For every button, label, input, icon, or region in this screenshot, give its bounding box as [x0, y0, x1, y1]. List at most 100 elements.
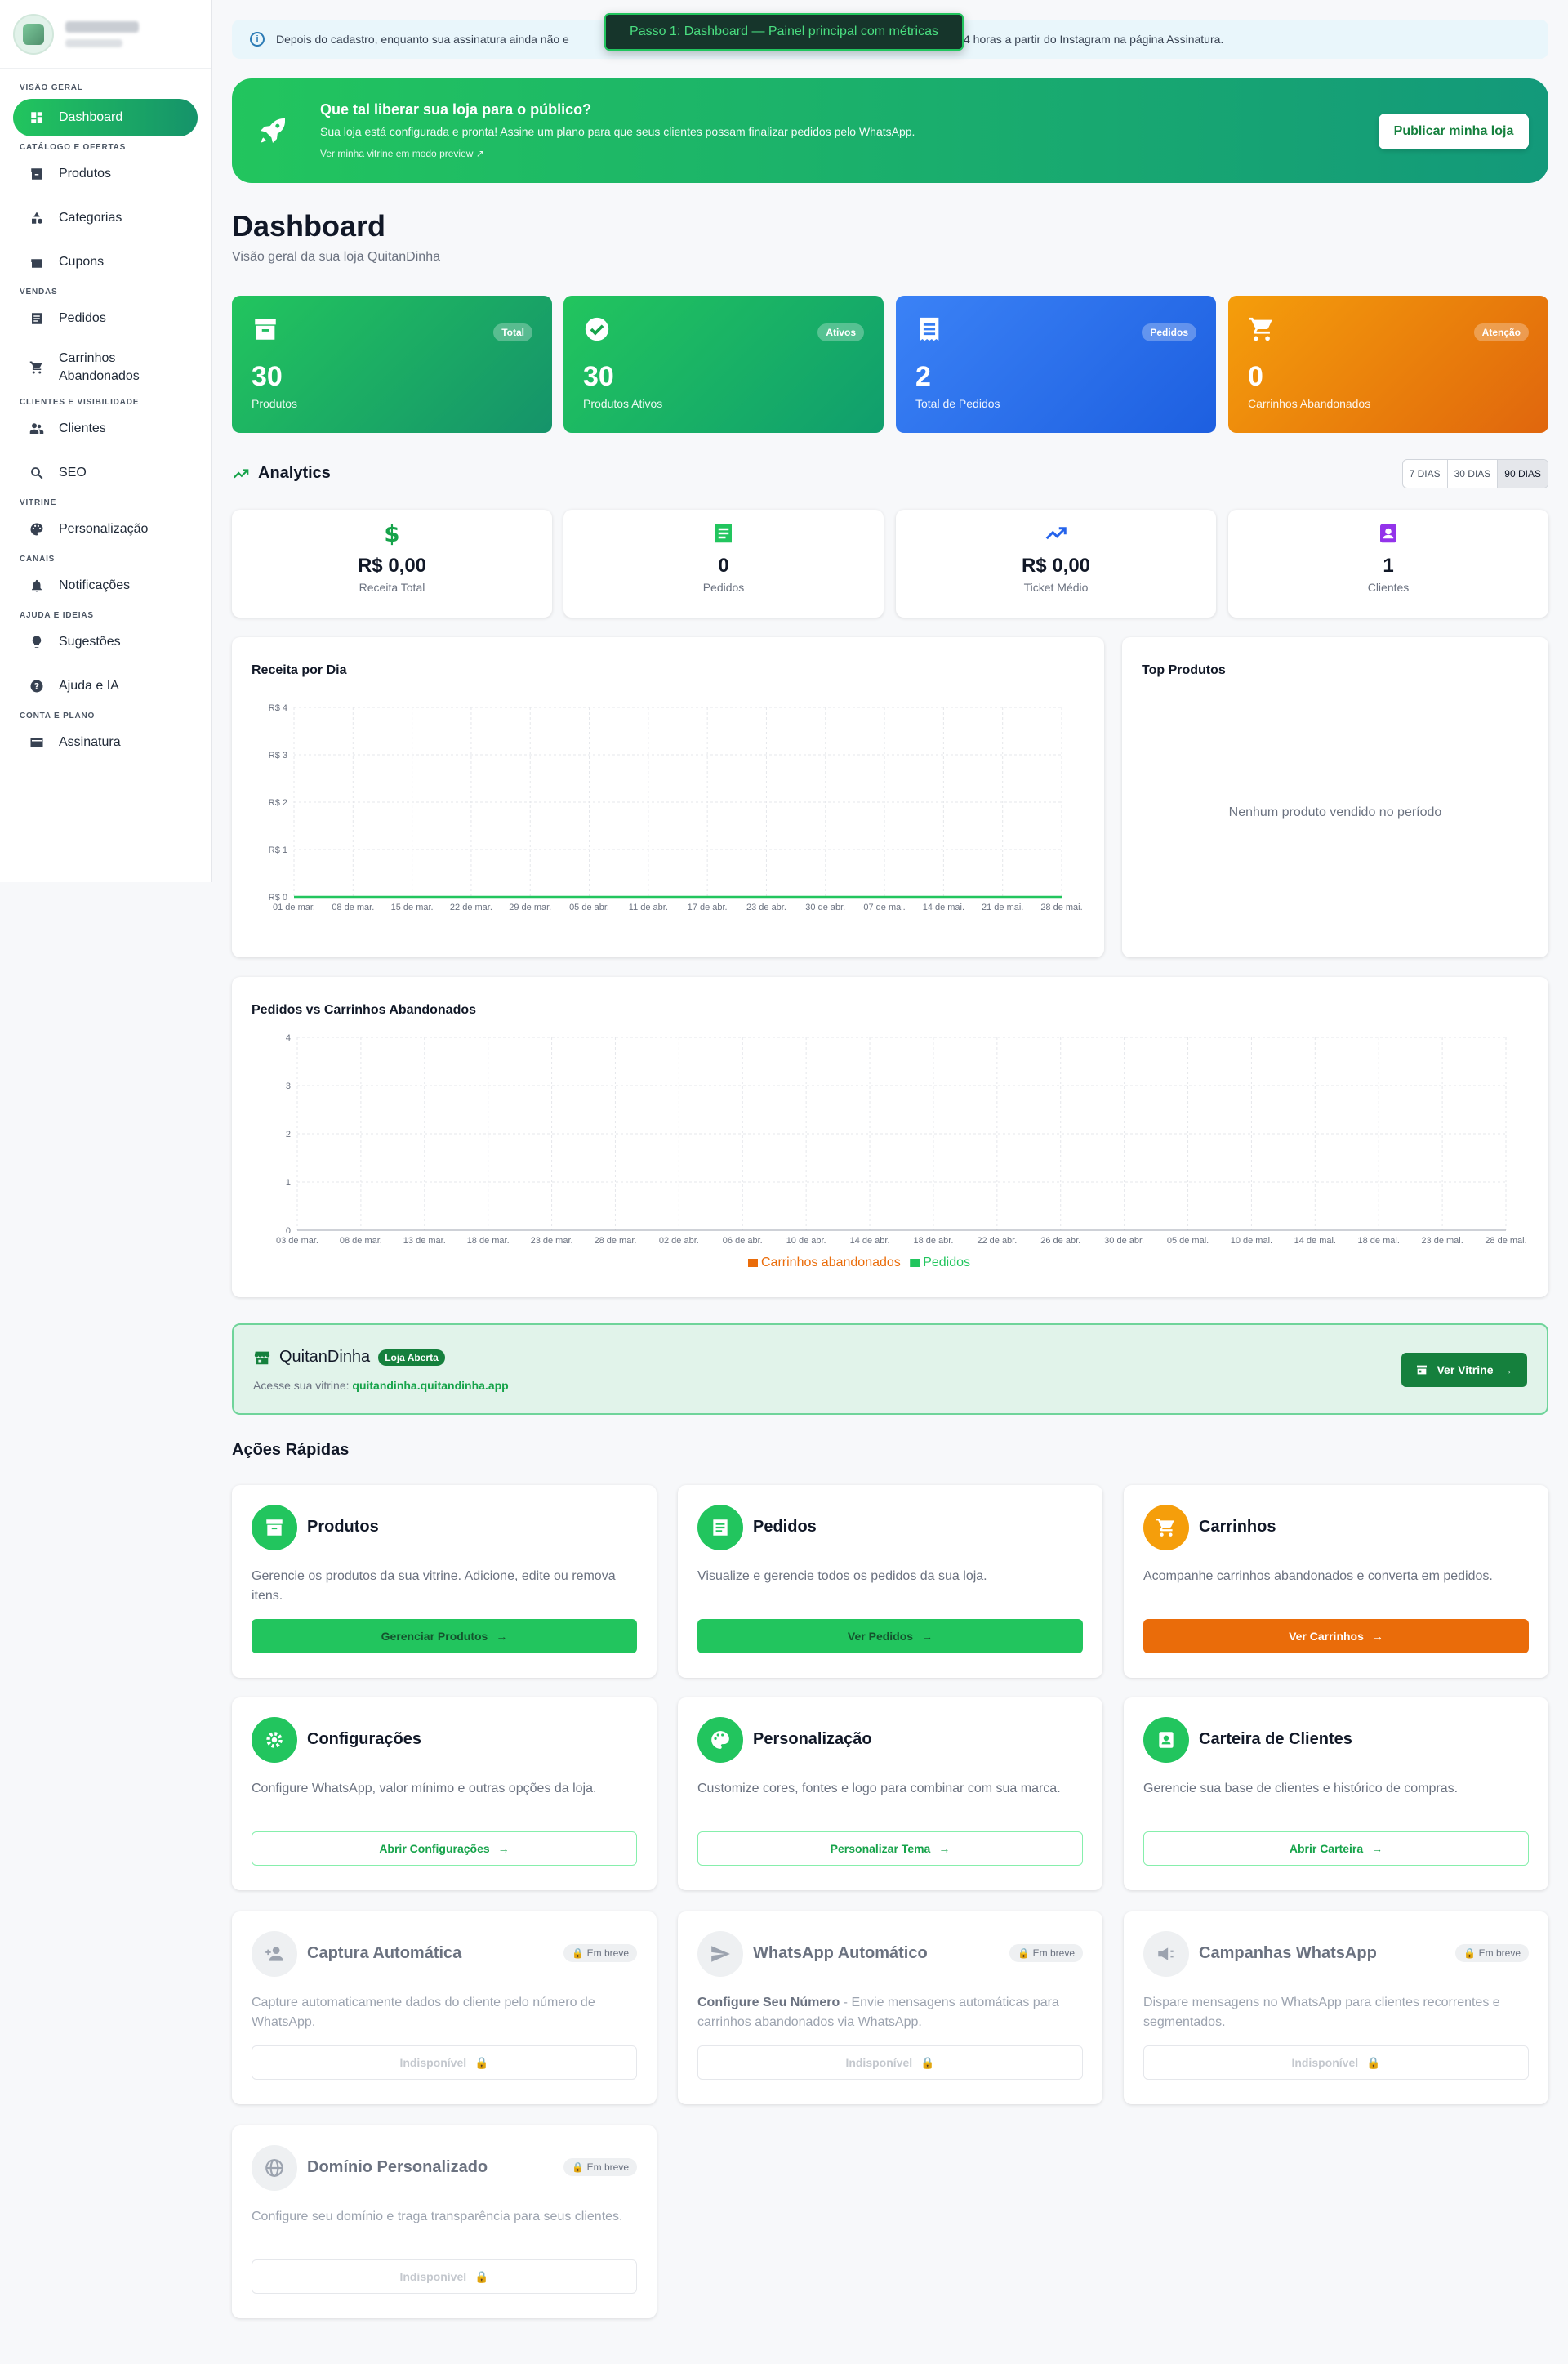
x-tick-label: 18 de mai.	[1358, 1236, 1400, 1246]
sidebar-item-carrinhos[interactable]: Carrinhos Abandonados	[0, 341, 211, 395]
view-carts-button[interactable]: Ver Carrinhos →	[1143, 1619, 1529, 1653]
bell-icon	[32, 579, 42, 592]
store-avatar	[13, 13, 54, 55]
x-tick-label: 01 de mar.	[273, 903, 315, 912]
x-tick-label: 13 de mar.	[403, 1236, 446, 1246]
sidebar-item-cupons[interactable]: Cupons	[0, 240, 211, 284]
stat-card-orders[interactable]: Pedidos 2 Total de Pedidos	[896, 296, 1216, 433]
quick-action-campanhas: Campanhas WhatsApp 🔒 Em breve Dispare me…	[1124, 1911, 1548, 2104]
y-tick-label: R$ 4	[269, 703, 287, 713]
quick-action-produtos: Produtos Gerencie os produtos da sua vit…	[232, 1485, 657, 1678]
sidebar-section-help: Ajuda e ideias	[20, 611, 94, 620]
range-90-days[interactable]: 90 DIAS	[1498, 460, 1548, 488]
info-icon: i	[250, 32, 265, 47]
top-products-card: Top Produtos Nenhum produto vendido no p…	[1122, 637, 1548, 957]
publish-banner: Que tal liberar sua loja para o público?…	[232, 78, 1548, 183]
sidebar-item-produtos[interactable]: Produtos	[0, 152, 211, 196]
quick-action-personalizacao: Personalização Customize cores, fontes e…	[678, 1697, 1102, 1890]
y-tick-label: R$ 1	[269, 845, 287, 855]
svg-text:?: ?	[34, 682, 39, 692]
store-name: QuitanDinha	[279, 1348, 371, 1366]
configure-number-link[interactable]: Configure Seu Número	[697, 1996, 840, 2009]
dashboard-icon	[31, 112, 42, 123]
cart-icon	[29, 361, 42, 374]
quick-action-configuracoes: Configurações Configure WhatsApp, valor …	[232, 1697, 657, 1890]
arrow-right-icon: →	[938, 1842, 951, 1855]
open-settings-button[interactable]: Abrir Configurações →	[252, 1831, 637, 1866]
send-icon	[697, 1931, 743, 1977]
stat-card-abandoned-carts[interactable]: Atenção 0 Carrinhos Abandonados	[1228, 296, 1548, 433]
store-card: QuitanDinha Loja Aberta Acesse sua vitri…	[232, 1323, 1548, 1415]
inventory-icon	[252, 1505, 297, 1550]
arrow-right-icon: →	[1371, 1842, 1383, 1855]
open-wallet-button[interactable]: Abrir Carteira →	[1143, 1831, 1529, 1866]
legend-swatch	[910, 1259, 920, 1267]
view-orders-button[interactable]: Ver Pedidos →	[697, 1619, 1083, 1653]
x-tick-label: 22 de mar.	[450, 903, 492, 912]
list-alt-icon	[32, 313, 42, 324]
arrow-right-icon: →	[921, 1630, 933, 1643]
stat-card-active-products[interactable]: Ativos 30 Produtos Ativos	[564, 296, 884, 433]
kpi-customers: 1 Clientes	[1228, 510, 1548, 618]
sidebar-section-catalog: Catálogo e ofertas	[20, 143, 127, 152]
x-tick-label: 17 de abr.	[688, 903, 728, 912]
store-brand[interactable]	[0, 0, 211, 69]
x-tick-label: 28 de mai.	[1040, 903, 1082, 912]
kpi-revenue: $ R$ 0,00 Receita Total	[232, 510, 552, 618]
range-30-days[interactable]: 30 DIAS	[1448, 460, 1499, 488]
sidebar-section-sales: Vendas	[20, 288, 58, 297]
sidebar-section-storefront: Vitrine	[20, 498, 57, 507]
sidebar-item-personalizacao[interactable]: Personalização	[0, 507, 211, 551]
trending-up-icon	[233, 468, 249, 478]
arrow-right-icon: →	[1371, 1630, 1383, 1643]
range-selector: 7 DIAS 30 DIAS 90 DIAS	[1401, 459, 1548, 488]
sidebar: Visão geral Dashboard Catálogo e ofertas…	[0, 0, 212, 882]
view-storefront-button[interactable]: Ver Vitrine →	[1401, 1353, 1527, 1387]
sidebar-item-ajuda[interactable]: ? Ajuda e IA	[0, 664, 211, 708]
quick-action-pedidos: Pedidos Visualize e gerencie todos os pe…	[678, 1485, 1102, 1678]
sidebar-section-channels: Canais	[20, 555, 56, 564]
sidebar-item-sugestoes[interactable]: Sugestões	[0, 620, 211, 664]
sidebar-section-overview: Visão geral	[20, 83, 83, 92]
x-tick-label: 14 de abr.	[850, 1236, 890, 1246]
y-tick-label: R$ 3	[269, 751, 287, 760]
sidebar-item-notificacoes[interactable]: Notificações	[0, 564, 211, 608]
legend-label: Pedidos	[923, 1256, 970, 1269]
x-tick-label: 26 de abr.	[1040, 1236, 1080, 1246]
preview-link[interactable]: Ver minha vitrine em modo preview ↗	[320, 148, 484, 159]
onboarding-tooltip[interactable]: Passo 1: Dashboard — Painel principal co…	[604, 13, 964, 51]
arrow-right-icon: →	[497, 1842, 510, 1855]
sidebar-section-account: Conta e plano	[20, 711, 96, 720]
x-tick-label: 08 de mar.	[332, 903, 374, 912]
rocket-icon	[261, 118, 285, 143]
coming-soon-badge: 🔒 Em breve	[564, 1944, 637, 1962]
lightbulb-icon	[32, 636, 42, 648]
orders-carts-chart-title: Pedidos vs Carrinhos Abandonados	[252, 1003, 477, 1017]
stat-card-products[interactable]: Total 30 Produtos	[232, 296, 552, 433]
sidebar-item-assinatura[interactable]: Assinatura	[0, 720, 211, 765]
lock-icon: 🔒	[920, 2055, 935, 2069]
y-tick-label: 3	[286, 1082, 291, 1091]
range-7-days[interactable]: 7 DIAS	[1403, 460, 1448, 488]
sidebar-item-dashboard[interactable]: Dashboard	[13, 99, 198, 136]
x-tick-label: 08 de mar.	[340, 1236, 382, 1246]
contact-icon	[1380, 524, 1396, 543]
sidebar-item-categorias[interactable]: Categorias	[0, 196, 211, 240]
store-url-link[interactable]: quitandinha.quitandinha.app	[352, 1379, 508, 1392]
manage-products-button[interactable]: Gerenciar Produtos →	[252, 1619, 637, 1653]
sidebar-item-seo[interactable]: SEO	[0, 451, 211, 495]
trending-up-icon	[1045, 527, 1067, 540]
x-tick-label: 18 de mar.	[467, 1236, 510, 1246]
list-alt-icon	[697, 1505, 743, 1550]
customize-theme-button[interactable]: Personalizar Tema →	[697, 1831, 1083, 1866]
sidebar-item-clientes[interactable]: Clientes	[0, 407, 211, 451]
publish-store-button[interactable]: Publicar minha loja	[1379, 114, 1529, 149]
page-title: Dashboard	[232, 209, 386, 243]
sidebar-item-pedidos[interactable]: Pedidos	[0, 297, 211, 341]
x-tick-label: 29 de mar.	[509, 903, 551, 912]
banner-text: Sua loja está configurada e pronta! Assi…	[320, 124, 915, 138]
dollar-icon: $	[384, 521, 399, 547]
y-tick-label: 1	[286, 1178, 291, 1188]
x-tick-label: 22 de abr.	[977, 1236, 1017, 1246]
search-icon	[31, 467, 43, 479]
